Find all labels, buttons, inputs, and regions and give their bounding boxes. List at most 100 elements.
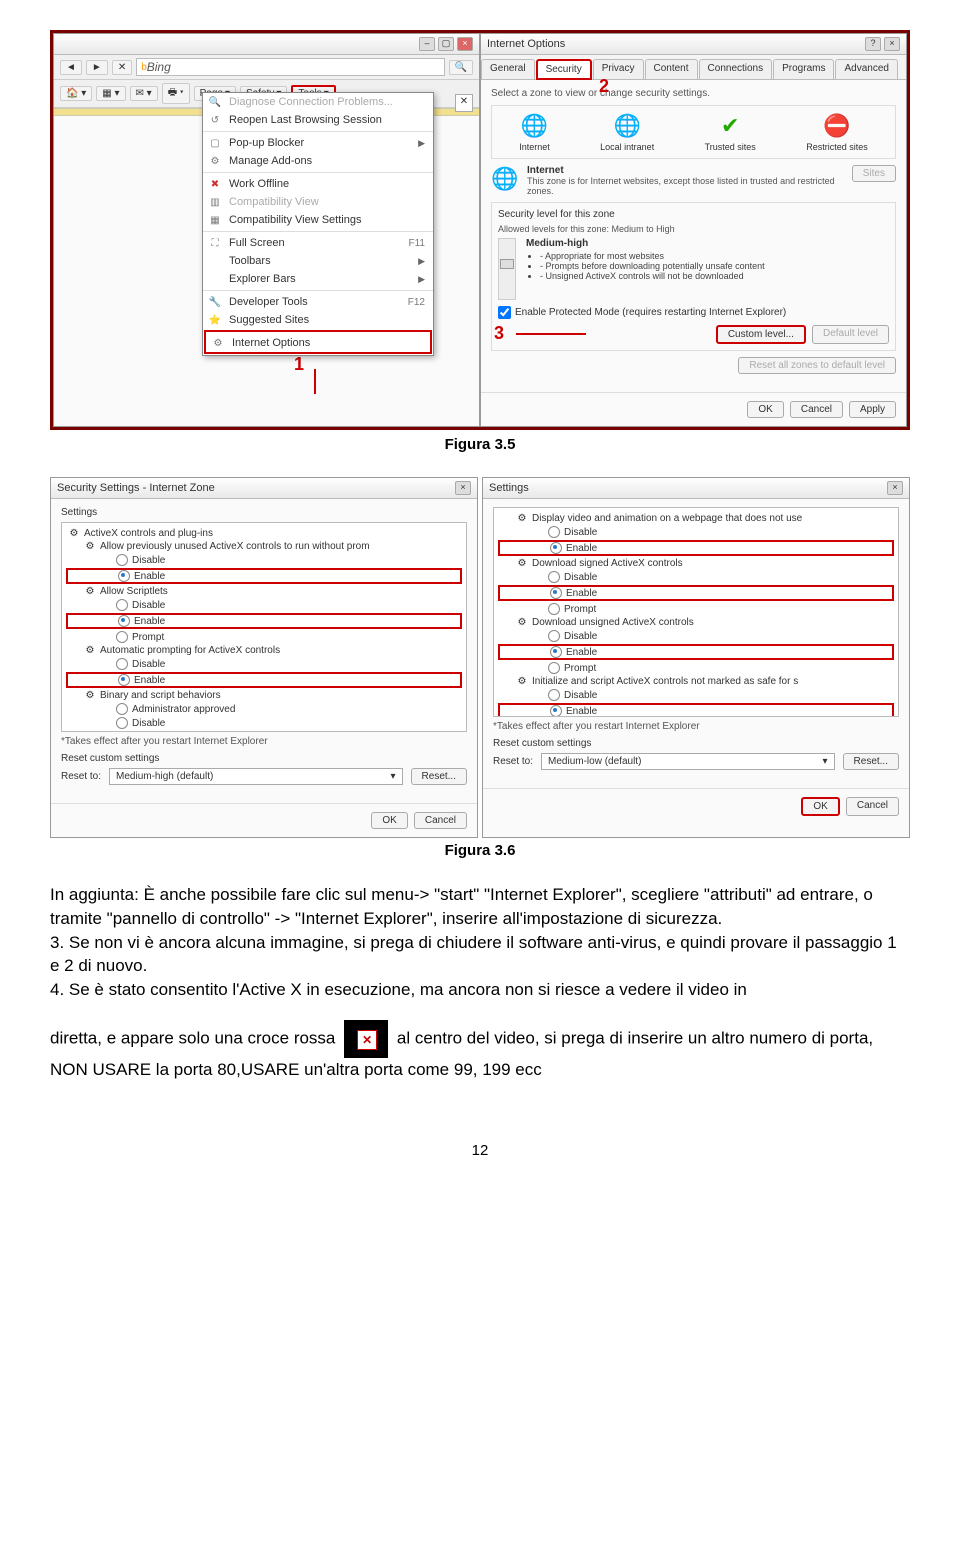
tree-item[interactable]: Enable [498,644,894,660]
menu-item[interactable]: Explorer Bars▶ [203,270,433,288]
sites-button[interactable]: Sites [852,165,896,182]
menu-item[interactable]: ✖Work Offline [203,172,433,193]
protected-mode-checkbox[interactable] [498,306,511,319]
reset-zones-button[interactable]: Reset all zones to default level [738,357,896,374]
ok-button[interactable]: OK [801,797,839,816]
close-icon[interactable]: × [887,481,903,495]
radio-icon[interactable] [550,542,562,554]
default-level-button[interactable]: Default level [812,325,889,344]
close-icon[interactable]: × [455,481,471,495]
tab-close-icon[interactable]: ✕ [455,94,473,112]
nav-fwd-icon[interactable]: ► [86,60,108,75]
tree-item[interactable]: Disable [498,570,894,584]
tree-item[interactable]: ⚙Allow Scriptlets [66,585,462,598]
tab-programs[interactable]: Programs [773,59,834,79]
min-icon[interactable]: – [419,37,435,51]
radio-icon[interactable] [116,703,128,715]
reset-to-select[interactable]: Medium-low (default)▾ [541,753,835,770]
tab-security[interactable]: Security [536,59,592,80]
max-icon[interactable]: ▢ [438,37,454,51]
tree-item[interactable]: Disable [498,629,894,643]
menu-item[interactable]: ▢Pop-up Blocker▶ [203,131,433,152]
stop-icon[interactable]: ✕ [112,60,132,75]
tree-item[interactable]: ⚙Download unsigned ActiveX controls [498,616,894,629]
radio-icon[interactable] [548,571,560,583]
cancel-button[interactable]: Cancel [846,797,899,816]
menu-item[interactable]: ↺Reopen Last Browsing Session [203,111,433,129]
menu-item[interactable]: ▥Compatibility View [203,193,433,211]
settings-tree[interactable]: ⚙ActiveX controls and plug-ins⚙Allow pre… [61,522,467,732]
radio-icon[interactable] [550,646,562,658]
nav-back-icon[interactable]: ◄ [60,60,82,75]
radio-icon[interactable] [548,630,560,642]
radio-icon[interactable] [116,731,128,732]
radio-icon[interactable] [118,570,130,582]
radio-icon[interactable] [548,526,560,538]
radio-icon[interactable] [116,658,128,670]
menu-item[interactable]: Toolbars▶ [203,252,433,270]
radio-icon[interactable] [118,674,130,686]
tab-advanced[interactable]: Advanced [835,59,897,79]
security-slider[interactable] [498,238,516,300]
radio-icon[interactable] [116,631,128,643]
apply-button[interactable]: Apply [849,401,896,418]
radio-icon[interactable] [116,599,128,611]
tree-item[interactable]: Disable [66,657,462,671]
cancel-button[interactable]: Cancel [414,812,467,829]
close-icon[interactable]: × [884,37,900,51]
tree-item[interactable]: ⚙ActiveX controls and plug-ins [66,527,462,540]
radio-icon[interactable] [550,587,562,599]
tree-item[interactable]: ⚙Allow previously unused ActiveX control… [66,540,462,553]
tab-general[interactable]: General [481,59,535,79]
tree-item[interactable]: ⚙Binary and script behaviors [66,689,462,702]
menu-item[interactable]: ⚙Internet Options [204,330,432,354]
reset-button[interactable]: Reset... [411,768,467,785]
radio-icon[interactable] [550,705,562,717]
tree-item[interactable]: Enable [66,613,462,629]
tree-item[interactable]: Enable [498,585,894,601]
menu-item[interactable]: ⛶Full ScreenF11 [203,231,433,252]
radio-icon[interactable] [548,603,560,615]
menu-item[interactable]: 🔧Developer ToolsF12 [203,290,433,311]
tree-item[interactable]: ⚙Initialize and script ActiveX controls … [498,675,894,688]
menu-item[interactable]: ▦Compatibility View Settings [203,211,433,229]
ok-button[interactable]: OK [747,401,783,418]
zone-item[interactable]: ✔Trusted sites [705,112,756,152]
menu-item[interactable]: ⭐Suggested Sites [203,311,433,329]
tree-item[interactable]: ⚙Automatic prompting for ActiveX control… [66,644,462,657]
print-icon[interactable]: 🖶 ▾ [162,83,190,104]
tree-item[interactable]: Enable [498,703,894,717]
radio-icon[interactable] [118,615,130,627]
menu-item[interactable]: 🔍Diagnose Connection Problems... [203,93,433,111]
tree-item[interactable]: Enable [498,540,894,556]
tree-item[interactable]: Prompt [498,602,894,616]
ok-button[interactable]: OK [371,812,407,829]
zone-item[interactable]: 🌐Local intranet [600,112,654,152]
radio-icon[interactable] [116,717,128,729]
close-icon[interactable]: × [457,37,473,51]
cancel-button[interactable]: Cancel [790,401,843,418]
tree-item[interactable]: Enable [66,730,462,732]
tree-item[interactable]: Prompt [66,630,462,644]
radio-icon[interactable] [548,662,560,674]
help-icon[interactable]: ? [865,37,881,51]
radio-icon[interactable] [116,554,128,566]
zone-item[interactable]: ⛔Restricted sites [806,112,868,152]
tree-item[interactable]: Disable [66,716,462,730]
tree-item[interactable]: Disable [498,688,894,702]
search-go-icon[interactable]: 🔍 [449,60,473,75]
mail-icon[interactable]: ✉ ▾ [130,86,158,101]
tab-content[interactable]: Content [645,59,698,79]
tree-item[interactable]: Administrator approved [66,702,462,716]
reset-button[interactable]: Reset... [843,753,899,770]
menu-item[interactable]: ⚙Manage Add-ons [203,152,433,170]
tree-item[interactable]: Enable [66,672,462,688]
custom-level-button[interactable]: Custom level... [716,325,806,344]
tree-item[interactable]: Disable [498,525,894,539]
tree-item[interactable]: Enable [66,568,462,584]
home-icon[interactable]: 🏠 ▾ [60,86,92,101]
settings-tree[interactable]: ⚙Display video and animation on a webpag… [493,507,899,717]
tree-item[interactable]: Disable [66,553,462,567]
zone-item[interactable]: 🌐Internet [519,112,550,152]
tree-item[interactable]: Prompt [498,661,894,675]
